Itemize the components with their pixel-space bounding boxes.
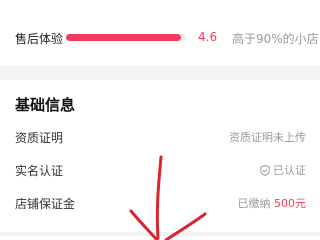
shield-check-icon — [260, 165, 270, 179]
info-row-qualification[interactable]: 资质证明 资质证明未上传 — [0, 124, 320, 150]
next-card-edge — [0, 236, 320, 240]
info-label: 店铺保证金 — [15, 197, 76, 211]
score-label: 售后体验 — [15, 32, 64, 46]
score-comparison: 高于90%的小店 — [232, 32, 319, 46]
info-row-deposit[interactable]: 店铺保证金 已缴纳 500元 — [0, 190, 320, 216]
deposit-status: 已缴纳 — [237, 197, 271, 210]
score-bar-fill — [66, 34, 182, 41]
verified-text: 已认证 — [273, 164, 306, 177]
deposit-value: 已缴纳 500元 — [238, 195, 307, 211]
after-sales-score-row: 售后体验 4.6 高于90%的小店 — [0, 28, 320, 48]
section-title: 基础信息 — [15, 96, 76, 114]
info-row-real-name[interactable]: 实名认证 已认证 — [0, 157, 320, 183]
info-value: 资质证明未上传 — [229, 131, 306, 144]
score-value: 4.6 — [198, 30, 218, 44]
basic-info-card: 基础信息 资质证明 资质证明未上传 实名认证 已认证 店铺保证金 已缴纳 500… — [0, 80, 320, 232]
score-bar-track — [66, 34, 186, 41]
info-value-verified: 已认证 — [260, 162, 306, 179]
info-label: 实名认证 — [15, 164, 64, 178]
rating-card: 售后体验 4.6 高于90%的小店 — [0, 0, 320, 66]
deposit-amount: 500元 — [274, 197, 306, 210]
info-label: 资质证明 — [15, 131, 64, 145]
